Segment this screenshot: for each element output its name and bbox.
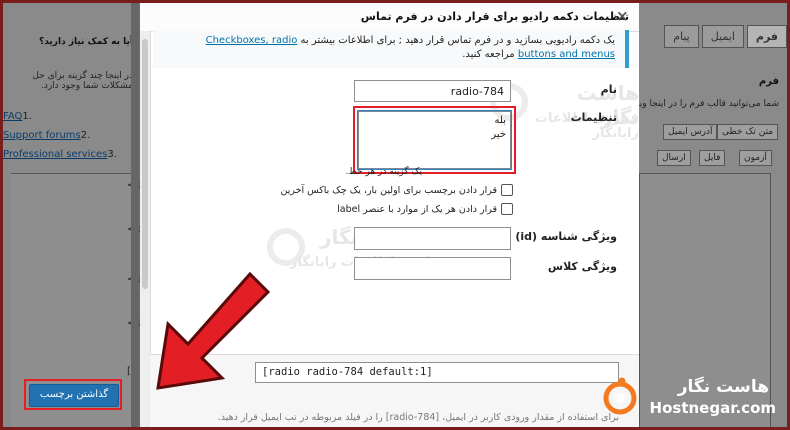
option-line: خیر [491, 129, 506, 140]
screenshot-frame: آیا به کمک نیاز دارید؟ در اینجا چند گزین… [3, 3, 787, 427]
insert-tag-button[interactable]: گذاشتن برچسب [29, 384, 119, 407]
footer-help-text: برای استفاده از مقدار ورودی کاربر در ایم… [217, 412, 619, 423]
scrollbar-thumb[interactable] [142, 39, 148, 289]
id-input[interactable] [354, 227, 511, 250]
tab-email[interactable]: ایمیل [701, 25, 744, 48]
form-editor-panel: فرم ایمیل پیام فرم شما می‌توانید قالب فر… [598, 3, 787, 427]
label-first-checkbox[interactable] [501, 184, 513, 196]
use-label-text: قرار دادن هر یک از موارد با عنصر label [337, 203, 497, 215]
docs-link[interactable]: Checkboxes, radio [206, 35, 298, 46]
docs-link-cont[interactable]: buttons and menus [518, 49, 615, 60]
use-label-checkbox[interactable] [501, 203, 513, 215]
help-link-item: FAQ1. [3, 111, 32, 122]
help-sidebar: آیا به کمک نیاز دارید؟ در اینجا چند گزین… [3, 3, 142, 427]
tab-messages[interactable]: پیام [664, 25, 699, 48]
help-link-services[interactable]: Professional services [3, 149, 107, 160]
name-label: نام [600, 83, 617, 96]
tab-form[interactable]: فرم [746, 25, 787, 48]
brand-name: هاست نگار [677, 377, 769, 397]
help-link-forums[interactable]: Support forums [3, 130, 81, 141]
checkbox-row-label-first[interactable]: قرار دادن برچسب برای اولین بار، یک چک با… [280, 184, 513, 196]
help-links: FAQ1. Support forums2. Professional serv… [3, 107, 117, 164]
page-scrollbar[interactable] [131, 3, 139, 427]
help-title: آیا به کمک نیاز دارید؟ [39, 37, 133, 47]
brand-watermark: هاست نگار Hostnegar.com [594, 368, 787, 424]
options-textarea[interactable]: بله خیر [358, 111, 511, 169]
tag-button-text[interactable]: متن تک خطی [717, 124, 779, 140]
help-text: در اینجا چند گزینه برای حل مشکلات شما وج… [32, 71, 133, 91]
help-link-item: Support forums2. [3, 130, 91, 141]
help-link-faq[interactable]: FAQ [3, 111, 22, 122]
name-input[interactable]: radio-784 [354, 80, 511, 102]
tag-button-file[interactable]: فایل [699, 150, 726, 166]
info-notice: یک دکمه رادیویی بسازید و در فرم تماس قرا… [153, 30, 629, 68]
tag-button-submit[interactable]: ارسال [657, 150, 691, 166]
brand-logo-icon [603, 377, 637, 415]
id-label: ویژگی شناسه (id) [515, 230, 617, 243]
form-section-label: فرم [758, 76, 779, 87]
notice-text: یک دکمه رادیویی بسازید و در فرم تماس قرا… [205, 35, 615, 60]
tag-button-email[interactable]: آدرس ایمیل [663, 124, 718, 140]
dialog-title: تنظیمات دکمه رادیو برای قرار دادن در فرم… [360, 10, 629, 23]
label-first-text: قرار دادن برچسب برای اولین بار، یک چک با… [280, 184, 497, 196]
brand-site: Hostnegar.com [649, 399, 776, 417]
class-label: ویژگی کلاس [547, 260, 617, 273]
close-icon[interactable]: × [616, 7, 629, 25]
red-arrow-icon [156, 271, 270, 390]
dialog-header: تنظیمات دکمه رادیو برای قرار دادن در فرم… [140, 3, 639, 32]
insert-highlight: گذاشتن برچسب [24, 379, 122, 410]
editor-tabs: فرم ایمیل پیام [664, 25, 787, 48]
options-highlight: بله خیر [353, 106, 516, 174]
checkbox-row-use-label[interactable]: قرار دادن هر یک از موارد با عنصر label [337, 203, 513, 215]
options-hint: یک گزینه در هر خط. [345, 167, 422, 177]
class-input[interactable] [354, 257, 511, 280]
options-label: تنظیمات [570, 111, 617, 124]
help-link-item: Professional services3. [3, 149, 117, 160]
option-line: بله [494, 115, 506, 126]
generated-tag-field[interactable]: [radio radio-784 default:1] [255, 362, 619, 383]
tag-button-quiz[interactable]: آزمون [739, 150, 772, 166]
